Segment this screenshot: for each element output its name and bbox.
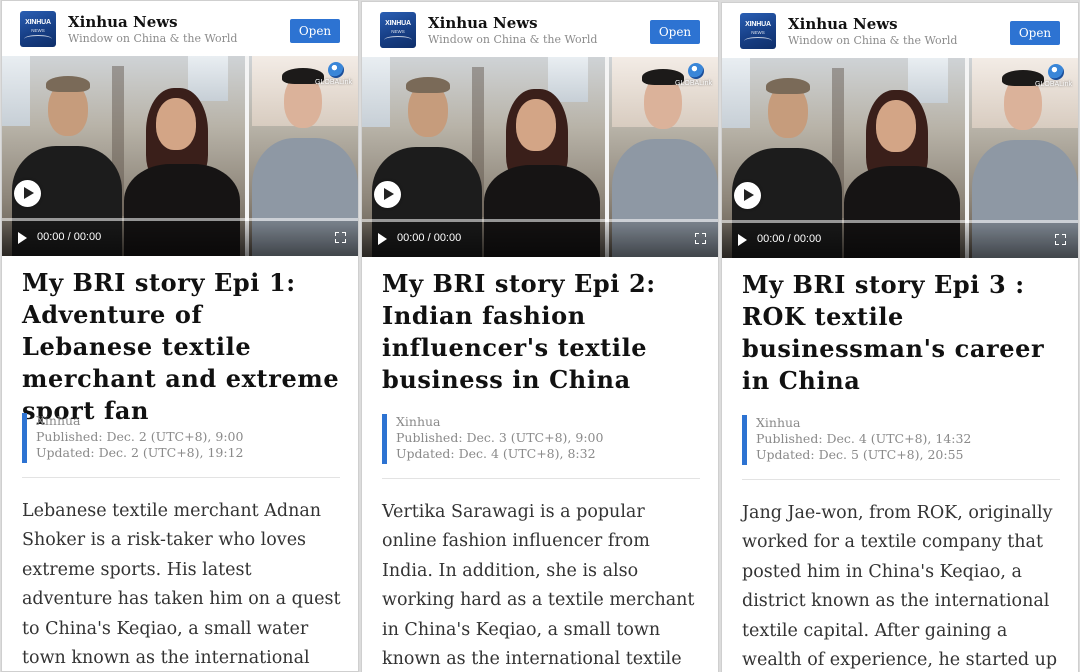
video-player[interactable]: GLOBALink 00:00 / 00:00 [722,58,1078,258]
article-source: Xinhua [756,415,801,430]
video-player[interactable]: GLOBALink 00:00 / 00:00 [362,57,718,257]
app-banner: XINHUA NEWS Xinhua News Window on China … [362,2,718,56]
open-app-button[interactable]: Open [1010,21,1060,45]
app-banner: XINHUA NEWS Xinhua News Window on China … [722,3,1078,57]
logo-sub-text: NEWS [31,28,45,33]
play-icon[interactable] [738,234,747,246]
app-name: Xinhua News [428,14,538,32]
video-time: 00:00 / 00:00 [757,233,822,245]
app-tagline: Window on China & the World [68,32,238,45]
article-title: My BRI story Epi 2: Indian fashion influ… [382,269,656,394]
article-source: Xinhua [396,414,441,429]
app-banner: XINHUA NEWS Xinhua News Window on China … [2,1,358,55]
article-panel-3: XINHUA NEWS Xinhua News Window on China … [721,2,1079,672]
fullscreen-icon[interactable] [1055,234,1066,245]
article-source: Xinhua [36,413,81,428]
open-app-button[interactable]: Open [290,19,340,43]
video-player[interactable]: GLOBALink 00:00 / 00:00 [2,56,358,256]
globalink-label: GLOBALink [675,80,712,87]
globalink-label: GLOBALink [1035,81,1072,88]
article-panel-2: XINHUA NEWS Xinhua News Window on China … [361,1,719,672]
play-icon[interactable] [378,233,387,245]
globalink-icon [328,62,344,78]
video-time: 00:00 / 00:00 [37,231,102,243]
divider [22,477,340,478]
video-controls: 00:00 / 00:00 [722,223,1078,258]
globalink-icon [1048,64,1064,80]
app-name: Xinhua News [68,13,178,31]
video-controls: 00:00 / 00:00 [362,222,718,257]
fullscreen-icon[interactable] [695,233,706,244]
xinhua-logo-icon: XINHUA NEWS [740,13,776,49]
fullscreen-icon[interactable] [335,232,346,243]
article-title: My BRI story Epi 3 : ROK textile busines… [742,270,1045,395]
article-body: Vertika Sarawagi is a popular online fas… [382,502,695,670]
article-panel-1: XINHUA NEWS Xinhua News Window on China … [1,0,359,672]
play-icon[interactable] [18,232,27,244]
article-meta: Xinhua Published: Dec. 4 (UTC+8), 14:32 … [742,415,1060,465]
globalink-icon [688,63,704,79]
app-name: Xinhua News [788,15,898,33]
play-overlay-button[interactable] [374,181,401,208]
published-date: Published: Dec. 2 (UTC+8), 9:00 [36,429,244,444]
app-tagline: Window on China & the World [788,34,958,47]
play-overlay-button[interactable] [734,182,761,209]
logo-sub-text: NEWS [751,30,765,35]
play-overlay-button[interactable] [14,180,41,207]
article-body: Lebanese textile merchant Adnan Shoker i… [22,501,341,669]
video-controls: 00:00 / 00:00 [2,221,358,256]
article-title: My BRI story Epi 1: Adventure of Lebanes… [22,268,340,425]
updated-date: Updated: Dec. 5 (UTC+8), 20:55 [756,447,964,462]
divider [742,479,1060,480]
app-tagline: Window on China & the World [428,33,598,46]
xinhua-logo-icon: XINHUA NEWS [20,11,56,47]
article-body: Jang Jae-won, from ROK, originally worke… [742,503,1058,671]
updated-date: Updated: Dec. 4 (UTC+8), 8:32 [396,446,596,461]
updated-date: Updated: Dec. 2 (UTC+8), 19:12 [36,445,244,460]
divider [382,478,700,479]
xinhua-logo-icon: XINHUA NEWS [380,12,416,48]
logo-text: XINHUA [25,19,51,26]
published-date: Published: Dec. 4 (UTC+8), 14:32 [756,431,972,446]
video-time: 00:00 / 00:00 [397,232,462,244]
article-meta: Xinhua Published: Dec. 3 (UTC+8), 9:00 U… [382,414,700,464]
globalink-label: GLOBALink [315,79,352,86]
article-meta: Xinhua Published: Dec. 2 (UTC+8), 9:00 U… [22,413,340,463]
published-date: Published: Dec. 3 (UTC+8), 9:00 [396,430,604,445]
logo-text: XINHUA [745,21,771,28]
open-app-button[interactable]: Open [650,20,700,44]
logo-sub-text: NEWS [391,29,405,34]
logo-text: XINHUA [385,20,411,27]
